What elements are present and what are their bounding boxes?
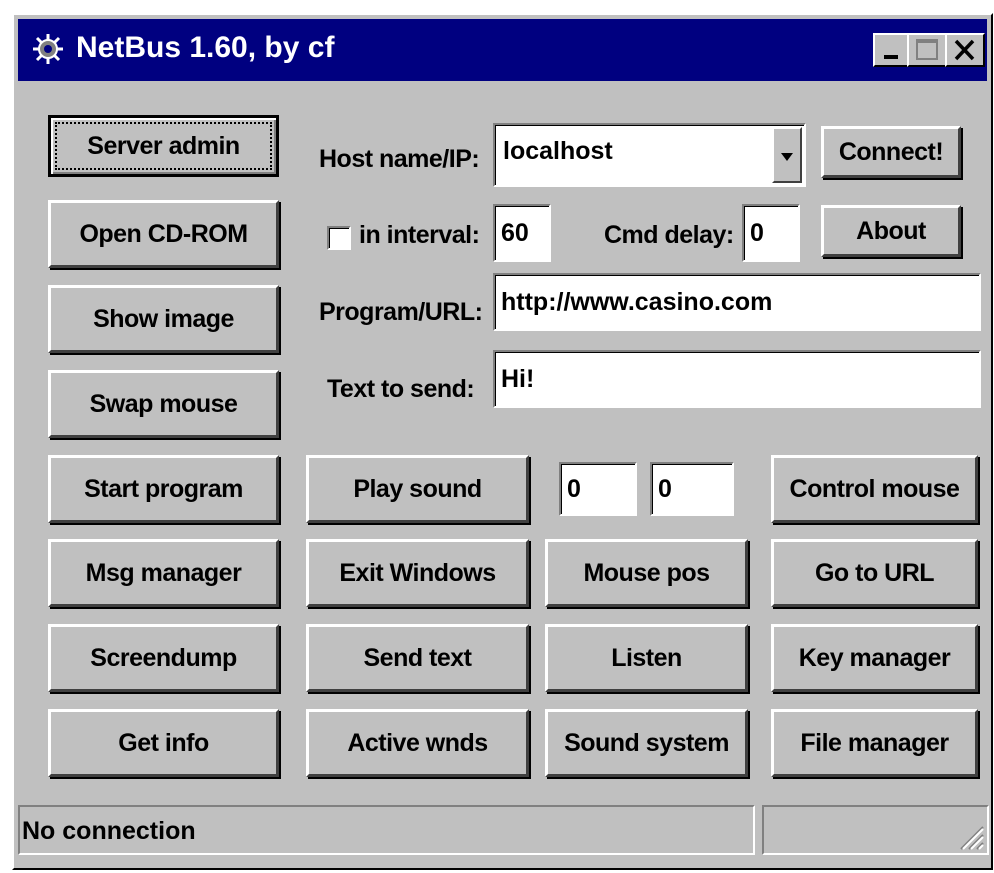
connect-button[interactable]: Connect! (821, 126, 961, 178)
get-info-button[interactable]: Get info (48, 709, 279, 777)
close-button[interactable] (945, 33, 985, 67)
program-url-input[interactable] (493, 273, 981, 331)
maximize-button[interactable] (907, 33, 947, 67)
mouse-y-input[interactable] (650, 462, 734, 516)
minimize-icon (884, 55, 898, 59)
file-manager-button[interactable]: File manager (771, 709, 978, 777)
status-text: No connection (22, 817, 196, 845)
mouse-x-input[interactable] (559, 462, 637, 516)
play-sound-button[interactable]: Play sound (306, 455, 529, 523)
show-image-button[interactable]: Show image (48, 285, 279, 353)
listen-button[interactable]: Listen (545, 624, 748, 692)
host-combobox[interactable]: localhost (493, 123, 806, 187)
status-pane: No connection (18, 805, 755, 855)
mouse-pos-button[interactable]: Mouse pos (545, 539, 748, 607)
about-button[interactable]: About (821, 205, 961, 257)
chevron-down-icon (781, 153, 793, 161)
interval-label: in interval: (359, 221, 480, 249)
close-icon (954, 39, 975, 61)
text-to-send-input[interactable] (493, 350, 981, 408)
netbus-window: NetBus 1.60, by cf Server admin Open CD-… (12, 13, 993, 870)
control-mouse-button[interactable]: Control mouse (771, 455, 978, 523)
interval-input[interactable] (493, 204, 551, 262)
text-to-send-label: Text to send: (327, 375, 475, 403)
netbus-gear-icon (33, 34, 63, 64)
key-manager-button[interactable]: Key manager (771, 624, 978, 692)
cmd-delay-label: Cmd delay: (604, 221, 734, 249)
status-pane-secondary (762, 805, 989, 855)
server-admin-button[interactable]: Server admin (48, 115, 279, 177)
window-title: NetBus 1.60, by cf (76, 31, 335, 64)
maximize-icon (916, 39, 938, 60)
msg-manager-button[interactable]: Msg manager (48, 539, 279, 607)
sound-system-button[interactable]: Sound system (545, 709, 748, 777)
go-to-url-button[interactable]: Go to URL (771, 539, 978, 607)
swap-mouse-button[interactable]: Swap mouse (48, 370, 279, 438)
host-dropdown-button[interactable] (772, 127, 802, 183)
open-cdrom-button[interactable]: Open CD-ROM (48, 200, 279, 268)
send-text-button[interactable]: Send text (306, 624, 529, 692)
cmd-delay-input[interactable] (742, 204, 800, 262)
exit-windows-button[interactable]: Exit Windows (306, 539, 529, 607)
host-value: localhost (503, 137, 613, 165)
host-label: Host name/IP: (319, 145, 480, 173)
screendump-button[interactable]: Screendump (48, 624, 279, 692)
start-program-button[interactable]: Start program (48, 455, 279, 523)
active-wnds-button[interactable]: Active wnds (306, 709, 529, 777)
interval-checkbox[interactable] (327, 226, 351, 250)
program-url-label: Program/URL: (319, 298, 483, 326)
title-bar[interactable]: NetBus 1.60, by cf (18, 19, 987, 81)
resize-grip-icon[interactable] (955, 821, 985, 851)
